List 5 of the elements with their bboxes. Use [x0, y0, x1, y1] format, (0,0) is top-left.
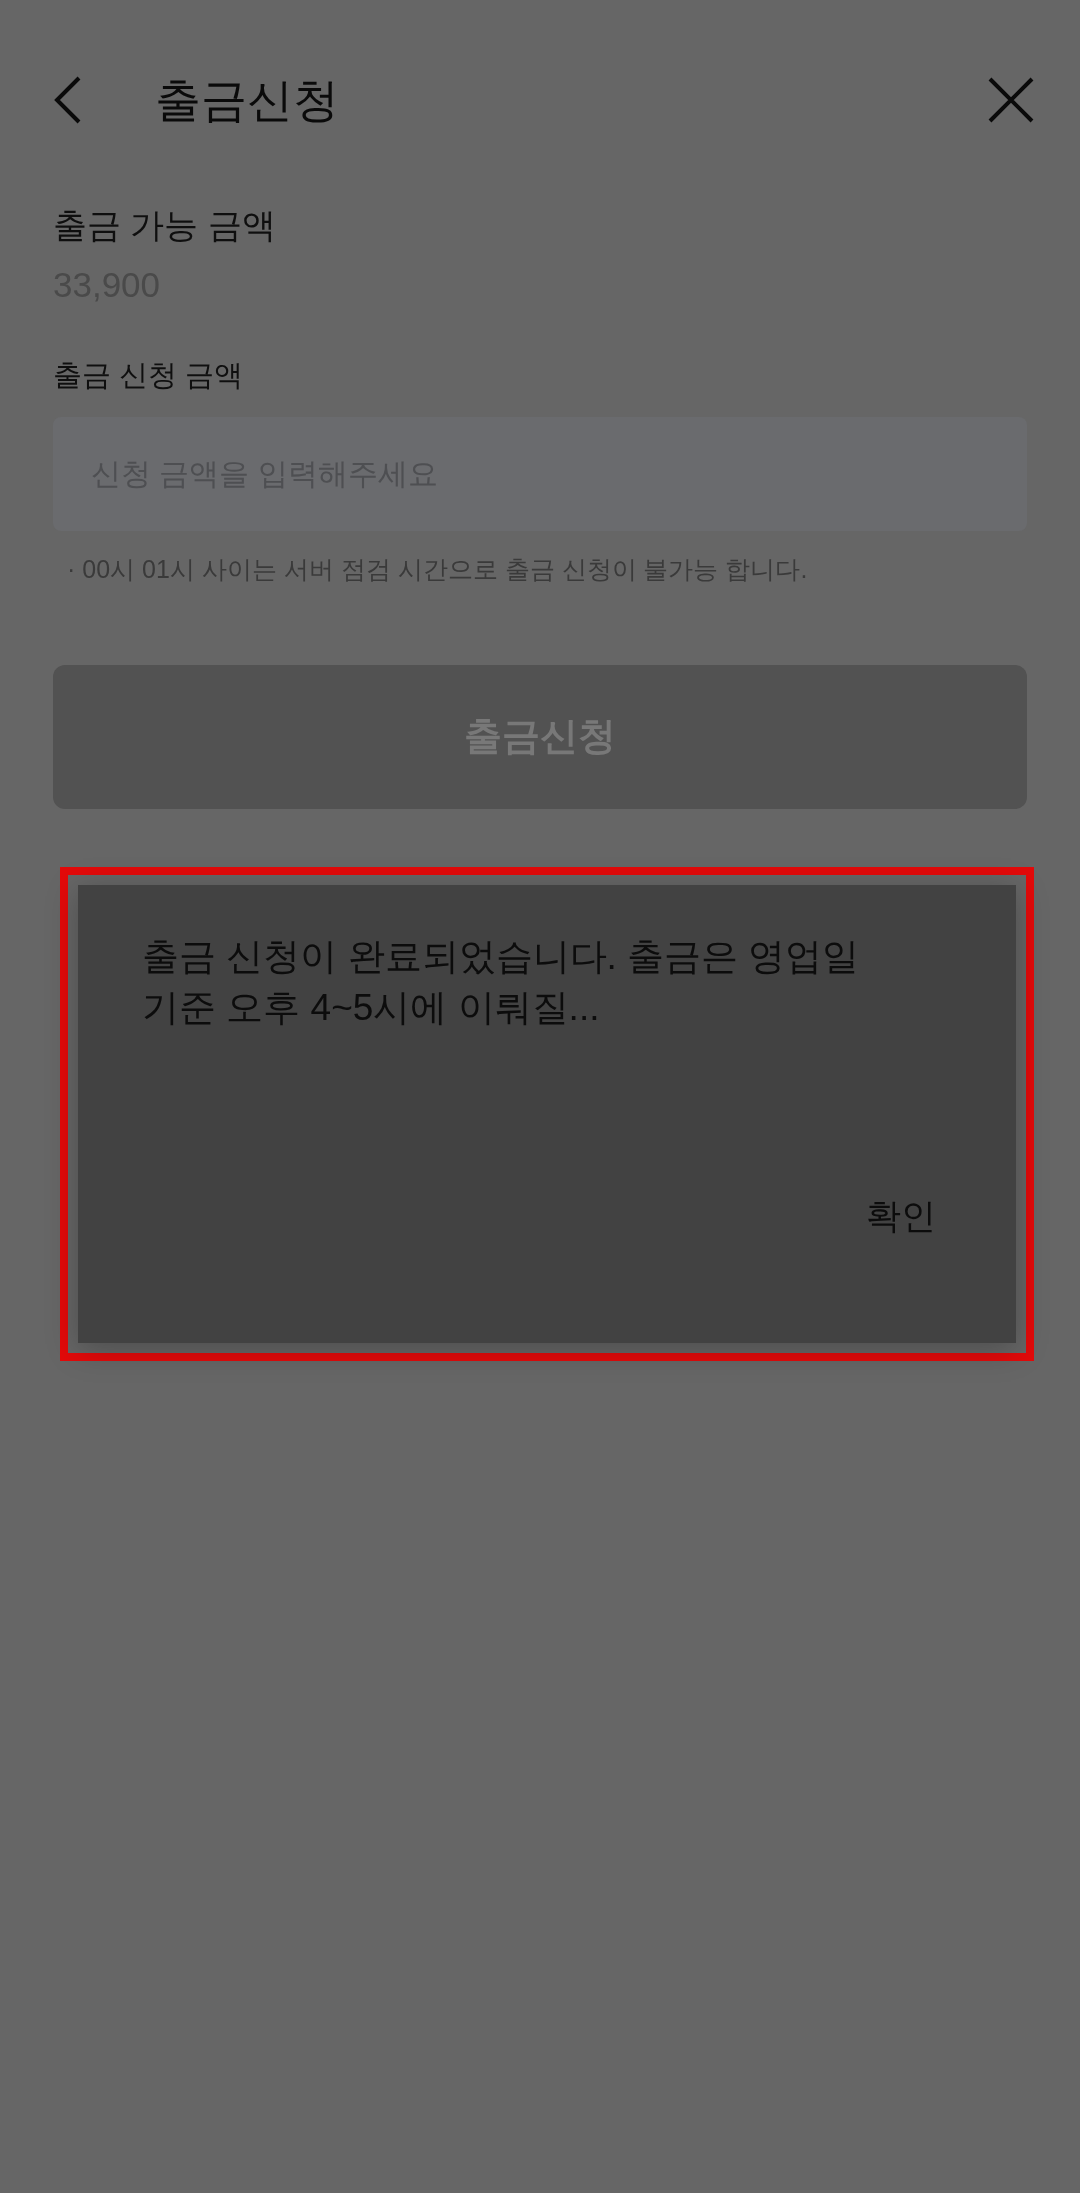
close-icon[interactable]: [987, 76, 1035, 124]
back-icon[interactable]: [53, 75, 83, 125]
field-label: 출금 가능 금액: [53, 205, 277, 246]
field-label: 출금 신청 금액: [53, 357, 245, 393]
screen-title: 출금신청: [155, 72, 339, 128]
